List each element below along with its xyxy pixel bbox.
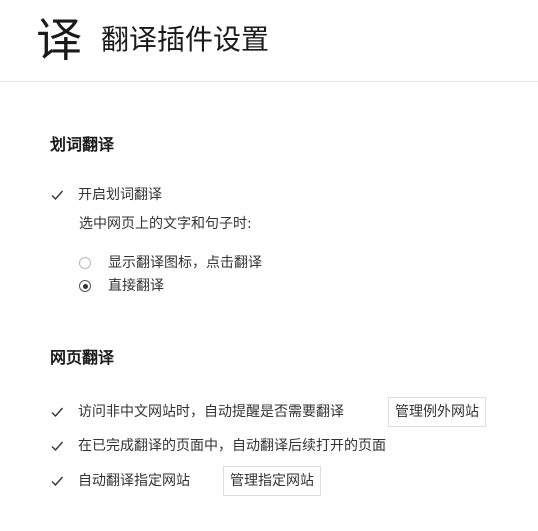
check-icon bbox=[51, 441, 64, 452]
radio-show-icon[interactable] bbox=[79, 257, 91, 269]
manage-specified-sites-button[interactable]: 管理指定网站 bbox=[223, 466, 321, 496]
auto-translate-following-row[interactable]: 在已完成翻译的页面中，自动翻译后续打开的页面 bbox=[50, 435, 386, 457]
auto-translate-sites-checkbox[interactable] bbox=[50, 474, 64, 488]
section-title-page-translate: 网页翻译 bbox=[50, 348, 115, 367]
manage-exception-sites-button[interactable]: 管理例外网站 bbox=[388, 397, 486, 427]
radio-option-show-icon[interactable]: 显示翻译图标，点击翻译 bbox=[79, 252, 262, 274]
logo-icon: 译 bbox=[36, 13, 82, 67]
radio-direct[interactable] bbox=[79, 280, 91, 292]
radio-show-icon-label: 显示翻译图标，点击翻译 bbox=[108, 255, 262, 271]
section-title-word-translate: 划词翻译 bbox=[50, 135, 115, 154]
auto-translate-following-label: 在已完成翻译的页面中，自动翻译后续打开的页面 bbox=[78, 438, 386, 454]
auto-translate-sites-row[interactable]: 自动翻译指定网站 bbox=[50, 470, 190, 492]
check-icon bbox=[51, 476, 64, 487]
enable-word-translate-checkbox[interactable] bbox=[50, 188, 64, 202]
check-icon bbox=[51, 407, 64, 418]
page-title: 翻译插件设置 bbox=[101, 23, 270, 56]
header: 译 翻译插件设置 bbox=[0, 0, 538, 82]
auto-prompt-row[interactable]: 访问非中文网站时，自动提醒是否需要翻译 bbox=[50, 401, 344, 423]
auto-prompt-checkbox[interactable] bbox=[50, 405, 64, 419]
check-icon bbox=[51, 190, 64, 201]
auto-translate-following-checkbox[interactable] bbox=[50, 439, 64, 453]
radio-option-direct[interactable]: 直接翻译 bbox=[79, 275, 164, 297]
enable-word-translate-row[interactable]: 开启划词翻译 bbox=[50, 184, 162, 206]
auto-prompt-label: 访问非中文网站时，自动提醒是否需要翻译 bbox=[78, 404, 344, 420]
word-translate-hint: 选中网页上的文字和句子时: bbox=[79, 216, 252, 232]
auto-translate-sites-label: 自动翻译指定网站 bbox=[78, 473, 190, 489]
enable-word-translate-label: 开启划词翻译 bbox=[78, 187, 162, 203]
radio-direct-label: 直接翻译 bbox=[108, 278, 164, 294]
